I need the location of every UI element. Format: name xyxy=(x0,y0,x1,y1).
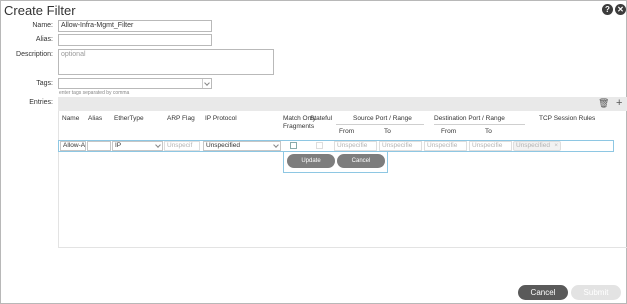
help-icon[interactable]: ? xyxy=(602,4,613,15)
update-button[interactable]: Update xyxy=(287,154,335,168)
col-destination-from: From xyxy=(441,128,457,135)
dialog-title: Create Filter xyxy=(4,3,76,18)
source-from-input: Unspecifie xyxy=(334,141,377,151)
create-filter-dialog: Create Filter ? ✕ Name: Allow-Infra-Mgmt… xyxy=(0,0,627,304)
col-source-to: To xyxy=(384,128,391,135)
destination-port-divider xyxy=(434,124,525,125)
close-icon[interactable]: ✕ xyxy=(615,4,626,15)
col-arp-flag: ARP Flag xyxy=(167,115,195,122)
entry-ethertype-value: IP xyxy=(115,142,122,149)
entries-label: Entries: xyxy=(29,99,53,106)
tags-hint: enter tags separated by comma xyxy=(59,90,130,96)
chevron-down-icon[interactable] xyxy=(273,142,279,148)
entry-arp-flag-select: Unspecif xyxy=(164,141,200,151)
entry-name-input[interactable]: Allow-A xyxy=(60,141,86,151)
tcp-session-rules-value: Unspecified xyxy=(516,142,550,149)
source-port-divider xyxy=(336,124,424,125)
tags-divider xyxy=(202,79,203,88)
col-alias: Alias xyxy=(88,115,103,122)
entry-alias-input[interactable] xyxy=(87,141,111,151)
col-name: Name xyxy=(62,115,80,122)
match-only-fragments-checkbox[interactable] xyxy=(290,142,297,149)
col-source-port: Source Port / Range xyxy=(353,115,412,122)
trash-icon[interactable]: 🗑 xyxy=(598,98,609,109)
alias-input[interactable] xyxy=(58,34,212,46)
tags-label: Tags: xyxy=(36,80,53,87)
entry-ip-protocol-value: Unspecified xyxy=(206,142,240,149)
col-ethertype: EtherType xyxy=(114,115,144,122)
description-label: Description: xyxy=(16,51,53,58)
entries-toolbar: 🗑 + xyxy=(58,97,627,111)
col-destination-port: Destination Port / Range xyxy=(434,115,505,122)
cancel-button[interactable]: Cancel xyxy=(518,285,568,300)
alias-label: Alias: xyxy=(35,36,53,43)
name-label: Name: xyxy=(32,22,53,29)
description-placeholder: optional xyxy=(61,51,86,58)
col-destination-to: To xyxy=(485,128,492,135)
tags-input[interactable] xyxy=(58,78,212,89)
col-tcp-session-rules: TCP Session Rules xyxy=(539,115,596,122)
tcp-session-rules-tag: Unspecified × xyxy=(513,141,561,151)
name-input[interactable]: Allow-Infra-Mgmt_Filter xyxy=(58,20,212,32)
remove-tag-icon: × xyxy=(554,142,558,149)
col-stateful: Stateful xyxy=(310,115,333,122)
stateful-checkbox xyxy=(316,142,323,149)
source-to-input: Unspecifie xyxy=(379,141,422,151)
add-icon[interactable]: + xyxy=(616,97,622,109)
destination-to-input: Unspecifie xyxy=(469,141,512,151)
chevron-down-icon[interactable] xyxy=(204,80,210,86)
chevron-down-icon[interactable] xyxy=(155,142,161,148)
description-input[interactable]: optional xyxy=(58,49,274,75)
entry-ip-protocol-select[interactable]: Unspecified xyxy=(203,141,281,151)
submit-button[interactable]: Submit xyxy=(571,285,621,300)
col-source-from: From xyxy=(339,128,355,135)
destination-from-input: Unspecifie xyxy=(424,141,467,151)
col-ip-protocol: IP Protocol xyxy=(205,115,237,122)
row-cancel-button[interactable]: Cancel xyxy=(337,154,385,168)
entry-ethertype-select[interactable]: IP xyxy=(112,141,163,151)
